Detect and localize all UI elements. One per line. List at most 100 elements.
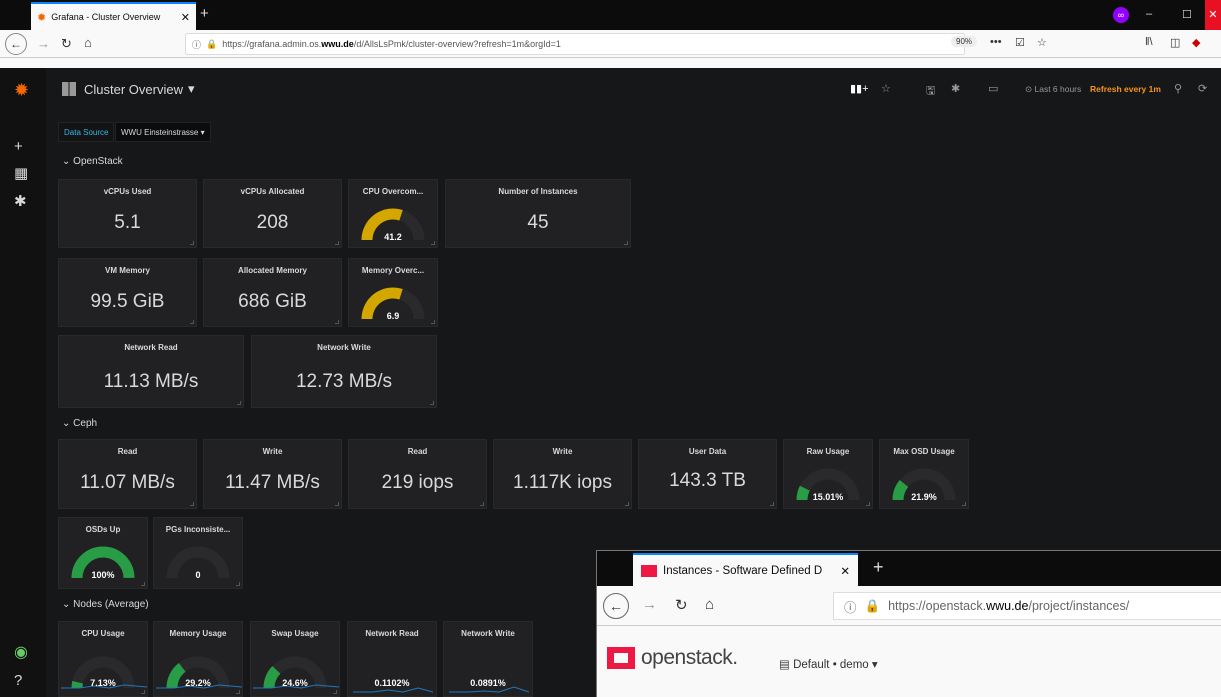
panel-value: 1.117K iops [513, 472, 612, 493]
ublock-icon[interactable]: ◆ [1192, 36, 1200, 49]
zoom-indicator[interactable]: 90% [951, 36, 978, 47]
panel-cpu-usage[interactable]: CPU Usage 7.13% [58, 621, 148, 697]
dashboards-icon[interactable]: ▦ [14, 164, 28, 182]
resize-handle[interactable] [335, 502, 339, 506]
panel-network-write[interactable]: Network Write 12.73 MB/s [251, 335, 437, 408]
resize-handle[interactable] [625, 502, 629, 506]
panel-ceph-read[interactable]: Read 11.07 MB/s [58, 439, 197, 509]
reload-button[interactable]: ↻ [675, 596, 688, 614]
reload-button[interactable]: ↻ [61, 36, 72, 52]
close-window-button[interactable]: ✕ [1205, 0, 1221, 30]
forward-button[interactable]: → [642, 596, 657, 613]
configuration-gear-icon[interactable]: ✱ [14, 192, 27, 210]
panel-number-of-instances[interactable]: Number of Instances 45 [445, 179, 631, 248]
refresh-icon[interactable]: ⟳ [1198, 82, 1207, 95]
panel-allocated-memory[interactable]: Allocated Memory 686 GiB [203, 258, 342, 327]
panel-memory-overcommit[interactable]: Memory Overc... 6.9 [348, 258, 438, 327]
row-openstack[interactable]: ⌄ OpenStack [62, 156, 123, 167]
panel-node-network-write[interactable]: Network Write 0.0891% [443, 621, 533, 697]
url-bar[interactable]: ⓘ 🔒 https://openstack. wwu.de/project/ins… [833, 592, 1221, 620]
panel-ceph-read-iops[interactable]: Read 219 iops [348, 439, 487, 509]
row-ceph[interactable]: ⌄ Ceph [62, 418, 97, 429]
url-bar[interactable]: ⓘ 🔒 https://grafana.admin.os. wwu.de/d/Al… [185, 33, 965, 55]
resize-handle[interactable] [333, 690, 337, 694]
grafana-logo-icon[interactable]: ✹ [14, 80, 29, 101]
resize-handle[interactable] [190, 502, 194, 506]
library-icon[interactable]: ‖\ [1145, 36, 1153, 48]
panel-cpu-overcommit[interactable]: CPU Overcom... 41.2 [348, 179, 438, 248]
resize-handle[interactable] [335, 241, 339, 245]
home-button[interactable]: ⌂ [705, 596, 714, 613]
panel-user-data[interactable]: User Data 143.3 TB [638, 439, 777, 509]
openstack-mark-icon [607, 647, 635, 669]
panel-value: 143.3 TB [669, 470, 746, 491]
panel-swap-usage[interactable]: Swap Usage 24.6% [250, 621, 340, 697]
pocket-icon[interactable]: ☑ [1015, 36, 1025, 49]
resize-handle[interactable] [430, 401, 434, 405]
variable-value: WWU Einsteinstrasse [121, 128, 199, 137]
info-icon[interactable]: ⓘ [192, 38, 201, 51]
settings-gear-icon[interactable]: ✱ [951, 82, 960, 95]
openstack-logo[interactable]: openstack. [607, 646, 738, 670]
panel-vm-memory[interactable]: VM Memory 99.5 GiB [58, 258, 197, 327]
row-nodes[interactable]: ⌄ Nodes (Average) [62, 599, 149, 610]
user-avatar[interactable]: ◉ [14, 642, 28, 662]
help-icon[interactable]: ? [14, 672, 22, 689]
panel-vcpus-used[interactable]: vCPUs Used 5.1 [58, 179, 197, 248]
resize-handle[interactable] [431, 320, 435, 324]
resize-handle[interactable] [236, 582, 240, 586]
page-actions-icon[interactable]: ••• [990, 36, 1002, 48]
panel-title: Number of Instances [498, 187, 578, 196]
resize-handle[interactable] [236, 690, 240, 694]
browser-tab[interactable]: ✹ Grafana - Cluster Overview ✕ [31, 2, 196, 30]
resize-handle[interactable] [190, 241, 194, 245]
sidebar-icon[interactable]: ◫ [1170, 36, 1180, 49]
dashboard-title-button[interactable]: Cluster Overview ▾ [62, 81, 195, 97]
panel-vcpus-allocated[interactable]: vCPUs Allocated 208 [203, 179, 342, 248]
resize-handle[interactable] [431, 241, 435, 245]
panel-node-network-read[interactable]: Network Read 0.1102% [347, 621, 437, 697]
new-tab-button[interactable]: + [200, 5, 209, 22]
add-panel-icon[interactable]: ▮▮+ [850, 82, 869, 95]
panel-network-read[interactable]: Network Read 11.13 MB/s [58, 335, 244, 408]
back-button[interactable]: ← [5, 33, 27, 55]
refresh-interval[interactable]: Refresh every 1m [1090, 84, 1161, 94]
back-button[interactable]: ← [603, 593, 629, 619]
panel-raw-usage[interactable]: Raw Usage 15.01% [783, 439, 873, 509]
panel-memory-usage[interactable]: Memory Usage 29.2% [153, 621, 243, 697]
resize-handle[interactable] [962, 502, 966, 506]
resize-handle[interactable] [190, 320, 194, 324]
panel-max-osd-usage[interactable]: Max OSD Usage 21.9% [879, 439, 969, 509]
panel-pgs-inconsistent[interactable]: PGs Inconsiste... 0 [153, 517, 243, 589]
info-icon[interactable]: ⓘ [844, 597, 857, 616]
variable-select[interactable]: WWU Einsteinstrasse ▾ [115, 122, 211, 142]
zoom-out-icon[interactable]: ⚲ [1174, 82, 1182, 95]
resize-handle[interactable] [866, 502, 870, 506]
star-icon[interactable]: ☆ [881, 82, 891, 95]
project-selector[interactable]: ▤ Default • demo ▾ [779, 657, 878, 671]
forward-button[interactable]: → [37, 36, 50, 51]
time-range-picker[interactable]: ⊙ Last 6 hours [1025, 84, 1081, 95]
home-button[interactable]: ⌂ [84, 35, 92, 50]
resize-handle[interactable] [335, 320, 339, 324]
create-icon[interactable]: + [14, 138, 23, 155]
panel-ceph-write-iops[interactable]: Write 1.117K iops [493, 439, 632, 509]
resize-handle[interactable] [237, 401, 241, 405]
panel-ceph-write[interactable]: Write 11.47 MB/s [203, 439, 342, 509]
panel-title: CPU Usage [81, 629, 125, 638]
bookmark-star-icon[interactable]: ☆ [1037, 36, 1047, 49]
openstack-tab[interactable]: Instances - Software Defined D ✕ [633, 553, 858, 586]
maximize-button[interactable]: ☐ [1182, 8, 1192, 21]
close-tab-icon[interactable]: ✕ [840, 564, 850, 578]
resize-handle[interactable] [770, 502, 774, 506]
panel-osds-up[interactable]: OSDs Up 100% [58, 517, 148, 589]
resize-handle[interactable] [624, 241, 628, 245]
new-tab-button[interactable]: + [873, 557, 884, 578]
tv-mode-icon[interactable]: ▭ [988, 82, 998, 95]
close-tab-icon[interactable]: ✕ [181, 11, 190, 24]
resize-handle[interactable] [141, 582, 145, 586]
resize-handle[interactable] [141, 690, 145, 694]
resize-handle[interactable] [480, 502, 484, 506]
minimize-button[interactable]: – [1146, 8, 1152, 20]
save-icon[interactable]: 🖫 [926, 82, 935, 101]
